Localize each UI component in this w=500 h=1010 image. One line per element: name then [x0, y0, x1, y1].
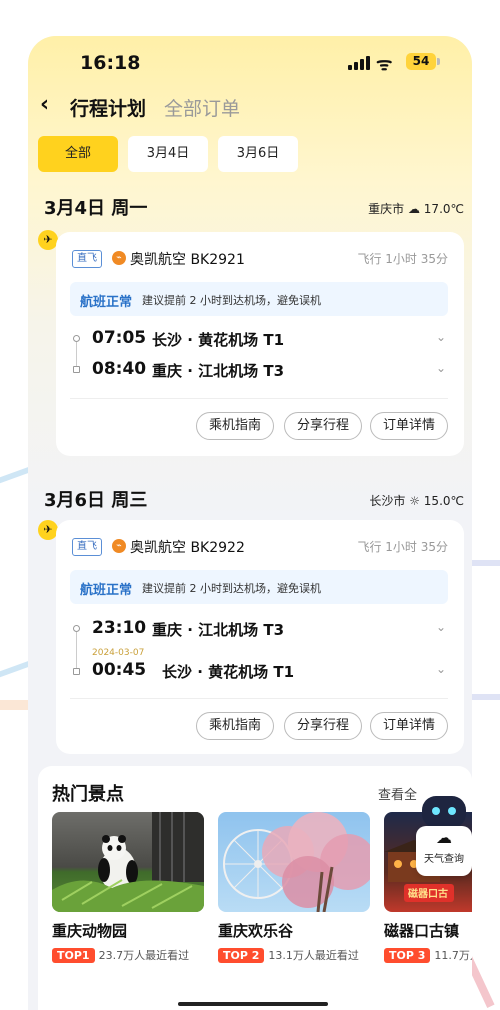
share-trip-button[interactable]: 分享行程 — [284, 712, 362, 740]
spot-views: 11.7万人 — [434, 949, 472, 962]
flight-status: 航班正常 — [80, 295, 133, 310]
airline-logo-icon: ⌁ — [112, 251, 126, 265]
flight-notice: 航班正常 建议提前 2 小时到达机场，避免误机 — [70, 570, 448, 604]
day-title: 3月4日 周一 — [44, 198, 148, 219]
spot-name: 磁器口古镇 — [384, 922, 460, 940]
chevron-down-icon[interactable]: ⌄ — [436, 662, 446, 676]
ferris-wheel-image — [218, 812, 370, 912]
chevron-down-icon[interactable]: ⌄ — [436, 361, 446, 375]
chevron-down-icon[interactable]: ⌄ — [436, 330, 446, 344]
signal-icon — [348, 56, 370, 70]
home-indicator — [178, 1002, 328, 1006]
chevron-down-icon[interactable]: ⌄ — [436, 620, 446, 634]
order-detail-button[interactable]: 订单详情 — [370, 412, 448, 440]
hot-spots-section: 热门景点 查看全 重庆动物园 TOP1 23.7万人最近看过 重庆欢乐谷 TOP… — [38, 766, 472, 1010]
share-trip-button[interactable]: 分享行程 — [284, 412, 362, 440]
see-all-link[interactable]: 查看全 — [378, 784, 417, 803]
spot-card[interactable]: 重庆欢乐谷 TOP 2 13.1万人最近看过 — [218, 812, 370, 963]
arrival-node — [73, 668, 80, 675]
spot-views: 23.7万人最近看过 — [98, 949, 190, 962]
weather-query-button[interactable]: ☁ 天气查询 — [416, 826, 472, 876]
page-title[interactable]: 行程计划 — [70, 94, 146, 121]
arrival-time: 00:45 — [92, 660, 147, 680]
robot-assistant-icon[interactable] — [422, 796, 466, 828]
weather-query-label: 天气查询 — [424, 854, 464, 865]
spot-card[interactable]: 重庆动物园 TOP1 23.7万人最近看过 — [52, 812, 204, 963]
rank-badge: TOP1 — [52, 947, 95, 963]
departure-node — [73, 335, 80, 342]
arrival-airport[interactable]: 长沙 · 黄花机场 T1 — [162, 661, 294, 682]
app-window: 16:18 ᯤ 54 ‹ 行程计划 全部订单 全部 3月4日 3月6日 3月4日… — [28, 36, 472, 1010]
spot-views: 13.1万人最近看过 — [268, 949, 359, 962]
nav-bar: ‹ 行程计划 全部订单 — [28, 86, 472, 126]
flight-number: 奥凯航空 BK2921 — [130, 252, 245, 268]
weather-widget[interactable]: ☁ 天气查询 — [416, 796, 472, 876]
airline-logo-icon: ⌁ — [112, 539, 126, 553]
departure-node — [73, 625, 80, 632]
arrival-date: 2024-03-07 — [92, 648, 145, 658]
plane-icon: ✈ — [38, 230, 58, 250]
all-orders-tab[interactable]: 全部订单 — [164, 94, 240, 121]
flight-duration: 飞行 1小时 35分 — [357, 252, 448, 266]
battery-icon: 54 — [406, 53, 436, 70]
boarding-guide-button[interactable]: 乘机指南 — [196, 712, 274, 740]
weather-info: 长沙市 ☼ 15.0℃ — [369, 494, 464, 508]
flight-number: 奥凯航空 BK2922 — [130, 540, 245, 556]
direct-tag: 直飞 — [72, 538, 102, 556]
day-header: 3月4日 周一 重庆市 ☁ 17.0℃ — [44, 194, 464, 224]
arrival-node — [73, 366, 80, 373]
direct-tag: 直飞 — [72, 250, 102, 268]
spot-name: 重庆欢乐谷 — [218, 922, 294, 940]
flight-duration: 飞行 1小时 35分 — [357, 540, 448, 554]
date-filter: 全部 3月4日 3月6日 — [38, 136, 298, 172]
flight-status: 航班正常 — [80, 583, 133, 598]
order-detail-button[interactable]: 订单详情 — [370, 712, 448, 740]
section-title: 热门景点 — [52, 780, 124, 806]
cloud-icon: ☁ — [436, 828, 452, 847]
flight-notice: 航班正常 建议提前 2 小时到达机场，避免误机 — [70, 282, 448, 316]
status-time: 16:18 — [80, 52, 141, 74]
departure-time: 07:05 — [92, 328, 147, 348]
arrival-time: 08:40 — [92, 359, 147, 379]
boarding-guide-button[interactable]: 乘机指南 — [196, 412, 274, 440]
status-bar: 16:18 ᯤ 54 — [28, 36, 472, 86]
chevron-left-icon[interactable]: ‹ — [40, 92, 49, 117]
filter-all[interactable]: 全部 — [38, 136, 118, 172]
departure-airport[interactable]: 重庆 · 江北机场 T3 — [152, 619, 284, 640]
spot-name: 重庆动物园 — [52, 922, 128, 940]
notice-text: 建议提前 2 小时到达机场，避免误机 — [142, 294, 321, 307]
panda-image — [52, 812, 204, 912]
day-title: 3月6日 周三 — [44, 490, 148, 511]
rank-badge: TOP 3 — [384, 947, 431, 963]
rank-badge: TOP 2 — [218, 947, 265, 963]
departure-time: 23:10 — [92, 618, 147, 638]
filter-mar4[interactable]: 3月4日 — [128, 136, 208, 172]
flight-card[interactable]: 直飞 ⌁ 奥凯航空 BK2921 飞行 1小时 35分 航班正常 建议提前 2 … — [56, 232, 464, 456]
plane-icon: ✈ — [38, 520, 58, 540]
departure-airport[interactable]: 长沙 · 黄花机场 T1 — [152, 329, 284, 350]
flight-card[interactable]: 直飞 ⌁ 奥凯航空 BK2922 飞行 1小时 35分 航班正常 建议提前 2 … — [56, 520, 464, 754]
filter-mar6[interactable]: 3月6日 — [218, 136, 298, 172]
weather-info: 重庆市 ☁ 17.0℃ — [368, 202, 464, 216]
notice-text: 建议提前 2 小时到达机场，避免误机 — [142, 582, 321, 595]
image-overlay-text: 磁器口古 — [408, 889, 448, 900]
wifi-icon: ᯤ — [376, 54, 393, 75]
arrival-airport[interactable]: 重庆 · 江北机场 T3 — [152, 360, 284, 381]
day-header: 3月6日 周三 长沙市 ☼ 15.0℃ — [44, 486, 464, 516]
